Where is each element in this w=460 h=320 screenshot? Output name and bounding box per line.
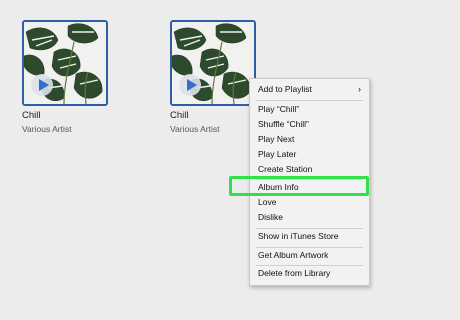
album-tile[interactable]: Chill Various Artist <box>170 20 260 134</box>
menu-item-delete[interactable]: Delete from Library <box>250 266 369 281</box>
menu-item-create-station[interactable]: Create Station <box>250 162 369 177</box>
album-artwork[interactable] <box>22 20 108 106</box>
album-title: Chill <box>170 110 189 121</box>
menu-item-play-later[interactable]: Play Later <box>250 147 369 162</box>
highlight-box <box>229 176 369 196</box>
menu-item-play[interactable]: Play “Chill” <box>250 102 369 117</box>
album-artist: Various Artist <box>22 124 72 134</box>
album-artist: Various Artist <box>170 124 220 134</box>
menu-item-love[interactable]: Love <box>250 195 369 210</box>
play-icon[interactable] <box>31 74 53 96</box>
menu-item-add-to-playlist[interactable]: Add to Playlist › <box>250 82 369 97</box>
album-tile[interactable]: Chill Various Artist <box>22 20 112 134</box>
menu-item-show-in-store[interactable]: Show in iTunes Store <box>250 229 369 244</box>
play-icon[interactable] <box>179 74 201 96</box>
menu-item-dislike[interactable]: Dislike <box>250 210 369 225</box>
album-title: Chill <box>22 110 41 121</box>
menu-separator <box>256 100 363 101</box>
album-artwork[interactable] <box>170 20 256 106</box>
menu-item-get-artwork[interactable]: Get Album Artwork <box>250 248 369 263</box>
chevron-right-icon: › <box>358 84 361 94</box>
menu-item-shuffle[interactable]: Shuffle “Chill” <box>250 117 369 132</box>
menu-item-play-next[interactable]: Play Next <box>250 132 369 147</box>
menu-item-label: Add to Playlist <box>258 84 312 94</box>
